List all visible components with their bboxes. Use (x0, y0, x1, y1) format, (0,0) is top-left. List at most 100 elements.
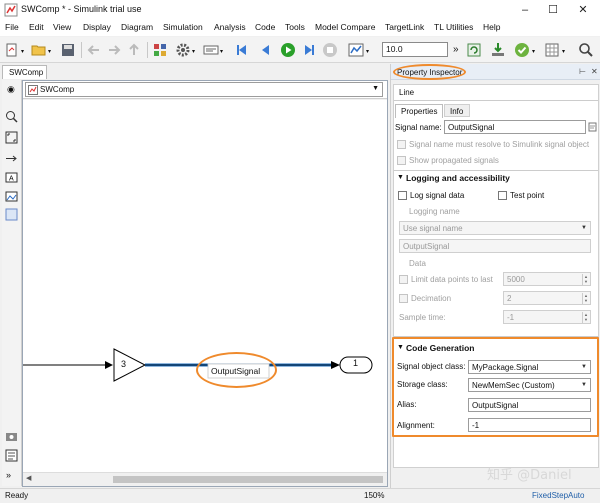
image-icon[interactable] (5, 190, 18, 203)
limit-points-field[interactable]: 5000 ▲ ▼ (503, 272, 591, 286)
menu-code[interactable]: Code (255, 22, 275, 32)
settings-dropdown-icon[interactable]: ▾ (192, 48, 195, 55)
limit-points-checkbox[interactable] (399, 275, 408, 284)
must-resolve-checkbox[interactable] (397, 140, 406, 149)
highlight-box-code-generation (392, 337, 599, 437)
menu-view[interactable]: View (53, 22, 71, 32)
divider (394, 170, 598, 171)
spinner-icon[interactable]: ▲ ▼ (582, 293, 589, 304)
tab-properties[interactable]: Properties (395, 104, 443, 118)
menu-tools[interactable]: Tools (285, 22, 305, 32)
signal-label[interactable]: OutputSignal (211, 366, 260, 376)
menu-help[interactable]: Help (483, 22, 500, 32)
output-arrow-head (331, 361, 340, 369)
object-type: Line (399, 88, 415, 97)
library-browser-icon[interactable] (152, 42, 168, 58)
scope-dropdown-icon[interactable]: ▾ (366, 48, 369, 55)
model-advisor-icon[interactable] (514, 42, 530, 58)
menu-diagram[interactable]: Diagram (121, 22, 153, 32)
step-back-icon[interactable] (234, 42, 250, 58)
tab-info[interactable]: Info (444, 104, 470, 117)
decimation-field[interactable]: 2 ▲ ▼ (503, 291, 591, 305)
menu-analysis[interactable]: Analysis (214, 22, 246, 32)
up-to-parent-icon[interactable] (126, 42, 142, 58)
step-back-alt-icon[interactable] (258, 42, 274, 58)
show-propagated-checkbox[interactable] (397, 156, 406, 165)
toolbar-overflow-icon[interactable]: » (453, 44, 459, 55)
toolbar: ▾ ▾ ▾ ▾ ▾ » ▾ ▾ (0, 37, 600, 63)
stop-simulation-icon[interactable] (322, 42, 338, 58)
screenshot-icon[interactable] (5, 430, 18, 443)
hide-browser-icon[interactable]: ◉ (7, 84, 15, 95)
gain-block[interactable] (113, 348, 147, 382)
build-model-icon[interactable] (490, 42, 506, 58)
update-diagram-icon[interactable] (466, 42, 482, 58)
model-explorer-icon[interactable] (203, 42, 219, 58)
run-simulation-icon[interactable] (280, 42, 296, 58)
logging-section-header: Logging and accessibility (406, 173, 510, 183)
breadcrumb[interactable]: SWComp ▼ (25, 82, 383, 97)
tab-swcomp[interactable]: SWComp (2, 65, 47, 79)
scroll-left-icon[interactable]: ◀ (26, 474, 31, 482)
logging-name-mode-select[interactable]: Use signal name ▼ (399, 221, 591, 235)
sample-time-field[interactable]: -1 ▲ ▼ (503, 310, 591, 324)
close-panel-icon[interactable]: ✕ (591, 67, 598, 76)
toolbar-separator (147, 42, 148, 58)
menu-edit[interactable]: Edit (29, 22, 44, 32)
sample-time-value: -1 (507, 313, 515, 322)
zoom-level: 150% (364, 491, 385, 500)
save-icon[interactable] (60, 42, 76, 58)
model-settings-gear-icon[interactable] (175, 42, 191, 58)
property-inspector: Property Inspector ⊢ ✕ Line Properties I… (390, 64, 600, 488)
forward-icon[interactable] (106, 42, 122, 58)
menu-model-compare[interactable]: Model Compare (315, 22, 375, 32)
inspector-title: Property Inspector (397, 68, 463, 77)
spinner-icon[interactable]: ▲ ▼ (582, 274, 589, 285)
area-icon[interactable] (5, 208, 18, 221)
breadcrumb-model[interactable]: SWComp (40, 85, 74, 94)
menu-simulation[interactable]: Simulation (163, 22, 203, 32)
grid-dropdown-icon[interactable]: ▾ (562, 48, 565, 55)
stop-time-input[interactable]: 10.0 (382, 42, 448, 57)
step-forward-icon[interactable] (301, 42, 317, 58)
annotation-icon[interactable]: A (5, 171, 18, 184)
open-dropdown-icon[interactable]: ▾ (48, 48, 51, 55)
new-dropdown-icon[interactable]: ▾ (21, 48, 24, 55)
decimation-checkbox[interactable] (399, 294, 408, 303)
menu-tl-utilities[interactable]: TL Utilities (434, 22, 473, 32)
menu-display[interactable]: Display (83, 22, 111, 32)
model-canvas[interactable]: 3 1 OutputSignal (23, 100, 387, 472)
explorer-dropdown-icon[interactable]: ▾ (220, 48, 223, 55)
fit-to-view-icon[interactable] (5, 131, 18, 144)
horizontal-scrollbar[interactable]: ◀ (23, 472, 387, 486)
close-button[interactable]: ✕ (568, 0, 598, 20)
menu-targetlink[interactable]: TargetLink (385, 22, 424, 32)
log-signal-data-label: Log signal data (410, 191, 465, 200)
zoom-icon[interactable] (5, 110, 18, 123)
collapse-logging-icon[interactable]: ▼ (397, 174, 404, 181)
logging-name-label: Logging name (409, 207, 460, 216)
new-model-icon[interactable] (4, 42, 20, 58)
logging-name-field[interactable]: OutputSignal (399, 239, 591, 253)
edit-icon[interactable] (588, 122, 597, 132)
expand-strip-icon[interactable]: » (6, 470, 11, 480)
solver-status[interactable]: FixedStepAuto (532, 491, 584, 500)
breadcrumb-dropdown-icon[interactable]: ▼ (372, 85, 379, 92)
back-icon[interactable] (86, 42, 102, 58)
log-signal-data-checkbox[interactable] (398, 191, 407, 200)
spinner-icon[interactable]: ▲ ▼ (582, 312, 589, 323)
search-icon[interactable] (578, 42, 594, 58)
model-browser-icon[interactable] (5, 449, 18, 462)
scope-icon[interactable] (348, 42, 364, 58)
maximize-button[interactable]: ☐ (538, 0, 568, 20)
advisor-dropdown-icon[interactable]: ▾ (532, 48, 535, 55)
minimize-button[interactable]: – (510, 0, 540, 20)
open-folder-icon[interactable] (31, 42, 47, 58)
menu-file[interactable]: File (5, 22, 19, 32)
test-point-checkbox[interactable] (498, 191, 507, 200)
pin-icon[interactable]: ⊢ (579, 67, 586, 76)
grid-view-icon[interactable] (544, 42, 560, 58)
signal-name-field[interactable]: OutputSignal (444, 120, 586, 134)
scroll-thumb[interactable] (113, 476, 383, 483)
arrow-line-icon[interactable] (5, 152, 18, 165)
